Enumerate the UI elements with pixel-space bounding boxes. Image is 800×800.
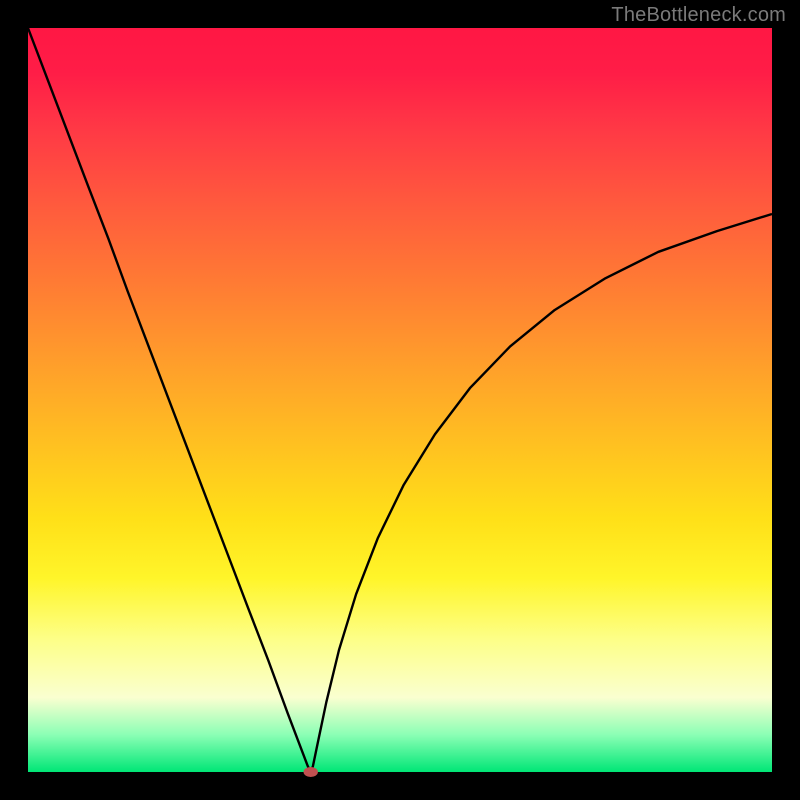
bottleneck-curve <box>28 28 772 772</box>
watermark-text: TheBottleneck.com <box>611 4 786 27</box>
curve-svg <box>28 28 772 772</box>
chart-frame: TheBottleneck.com <box>0 0 800 800</box>
plot-area <box>28 28 772 772</box>
optimum-marker <box>304 768 317 777</box>
